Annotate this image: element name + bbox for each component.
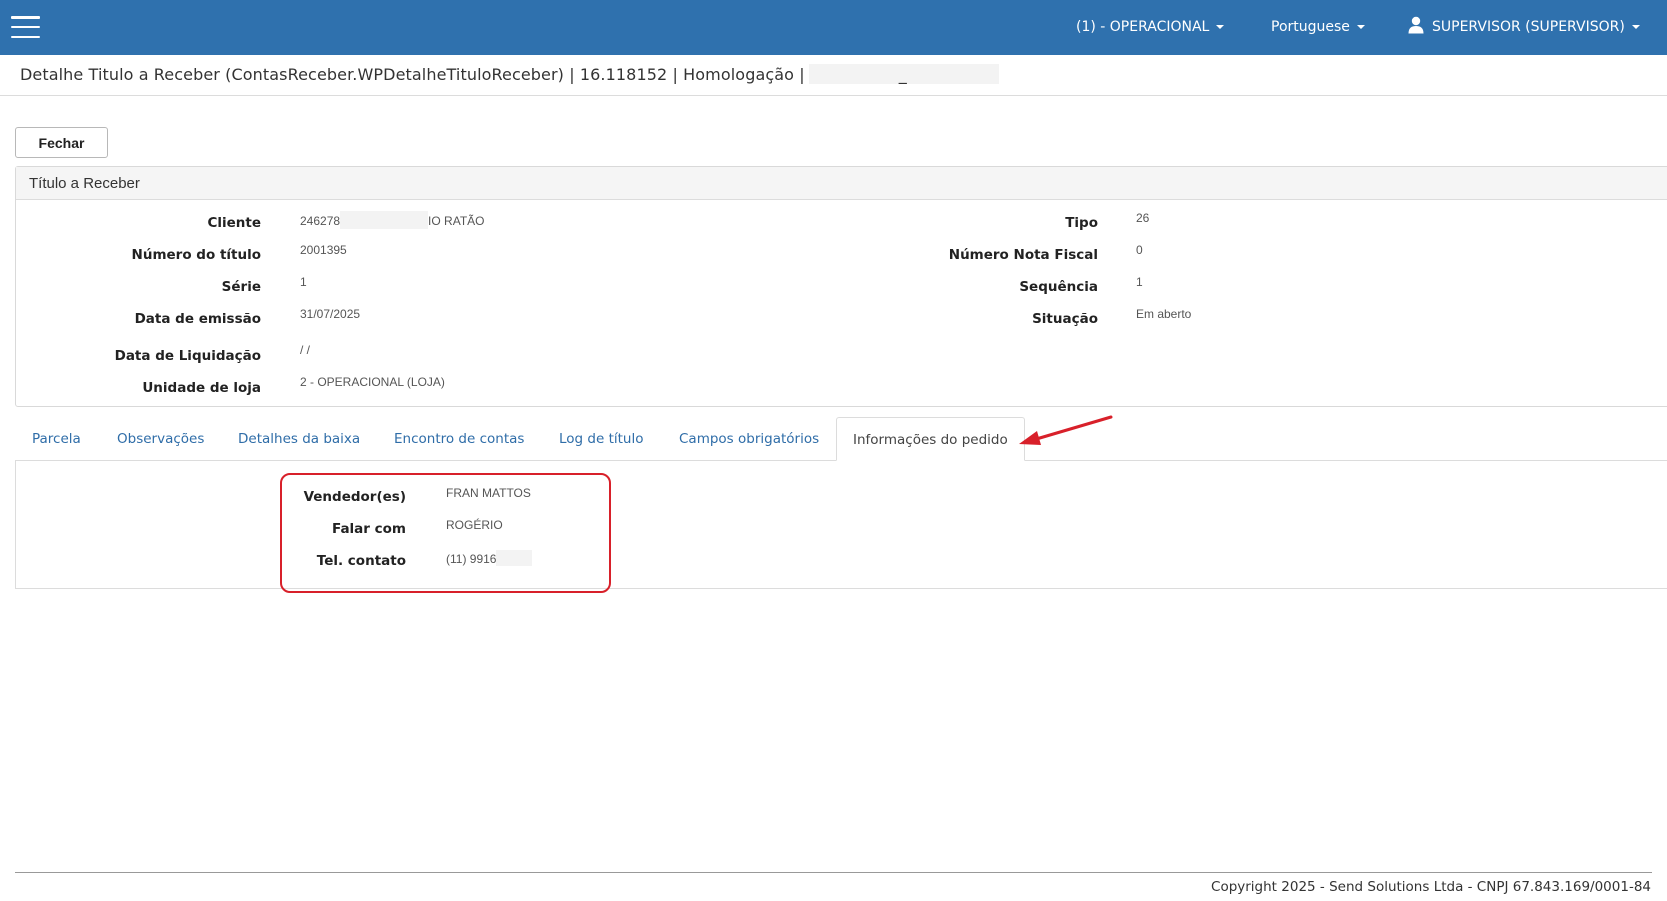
tab-observacoes[interactable]: Observações — [117, 418, 204, 460]
field-value-numero-nota-fiscal: 0 — [1136, 243, 1143, 257]
close-button[interactable]: Fechar — [15, 127, 108, 158]
title-divider — [0, 95, 1667, 96]
panel-title: Título a Receber — [16, 167, 1667, 200]
tab-parcela[interactable]: Parcela — [32, 418, 81, 460]
cliente-value-suffix: IO RATÃO — [428, 214, 485, 228]
field-label-numero-titulo: Número do título — [131, 247, 261, 263]
footer-copyright: Copyright 2025 - Send Solutions Ltda - C… — [1211, 879, 1651, 895]
order-label-vendedores: Vendedor(es) — [303, 489, 406, 505]
redacted-client-name — [340, 211, 429, 229]
footer-divider — [15, 872, 1652, 873]
order-label-falar-com: Falar com — [332, 521, 406, 537]
field-label-unidade-loja: Unidade de loja — [142, 380, 261, 396]
field-value-situacao: Em aberto — [1136, 307, 1192, 321]
field-value-data-liquidacao: / / — [300, 343, 311, 357]
user-icon — [1408, 16, 1424, 34]
language-dropdown[interactable]: Portuguese — [1271, 0, 1365, 55]
redacted-phone-digits — [496, 550, 533, 566]
top-navbar: (1) - OPERACIONAL Portuguese SUPERVISOR … — [0, 0, 1667, 55]
tab-campos-obrigatorios[interactable]: Campos obrigatórios — [679, 418, 819, 460]
user-dropdown-label: SUPERVISOR (SUPERVISOR) — [1432, 19, 1625, 35]
field-value-data-emissao: 31/07/2025 — [300, 307, 361, 321]
chevron-down-icon — [1631, 25, 1640, 29]
cliente-value-prefix: 246278 — [300, 214, 341, 228]
order-info-pane — [15, 460, 1667, 589]
tab-informacoes-pedido[interactable]: Informações do pedido — [836, 417, 1025, 461]
order-value-falar-com: ROGÉRIO — [446, 518, 503, 532]
chevron-down-icon — [1216, 25, 1225, 29]
page-title: Detalhe Titulo a Receber (ContasReceber.… — [20, 64, 999, 84]
field-value-sequencia: 1 — [1136, 275, 1143, 289]
field-value-unidade-loja: 2 - OPERACIONAL (LOJA) — [300, 375, 445, 389]
tab-encontro-contas[interactable]: Encontro de contas — [394, 418, 524, 460]
order-value-vendedores: FRAN MATTOS — [446, 486, 531, 500]
language-dropdown-label: Portuguese — [1271, 19, 1350, 35]
field-label-numero-nota-fiscal: Número Nota Fiscal — [948, 247, 1098, 263]
field-value-cliente: 246278 IO RATÃO — [300, 211, 485, 229]
field-value-serie: 1 — [300, 275, 307, 289]
field-value-tipo: 26 — [1136, 211, 1150, 225]
chevron-down-icon — [1356, 25, 1365, 29]
field-value-numero-titulo: 2001395 — [300, 243, 347, 257]
company-dropdown-label: (1) - OPERACIONAL — [1076, 19, 1210, 35]
field-label-data-liquidacao: Data de Liquidação — [114, 348, 261, 364]
field-label-cliente: Cliente — [207, 215, 261, 231]
field-label-serie: Série — [221, 279, 261, 295]
field-label-sequencia: Sequência — [1019, 279, 1098, 295]
order-value-tel-contato: (11) 9916 — [446, 550, 533, 566]
annotation-arrow-icon — [1019, 415, 1113, 445]
page-title-suffix: _ — [898, 65, 907, 84]
user-dropdown[interactable]: SUPERVISOR (SUPERVISOR) — [1408, 0, 1640, 55]
field-label-data-emissao: Data de emissão — [134, 311, 261, 327]
hamburger-menu-icon[interactable] — [11, 16, 40, 39]
field-label-situacao: Situação — [1032, 311, 1098, 327]
page-title-text: Detalhe Titulo a Receber (ContasReceber.… — [20, 65, 805, 84]
tel-contato-text: (11) 9916 — [446, 552, 497, 566]
tab-detalhes-baixa[interactable]: Detalhes da baixa — [238, 418, 360, 460]
company-dropdown[interactable]: (1) - OPERACIONAL — [1076, 0, 1225, 55]
field-label-tipo: Tipo — [1065, 215, 1098, 231]
order-label-tel-contato: Tel. contato — [316, 553, 406, 569]
tab-log-titulo[interactable]: Log de título — [559, 418, 643, 460]
